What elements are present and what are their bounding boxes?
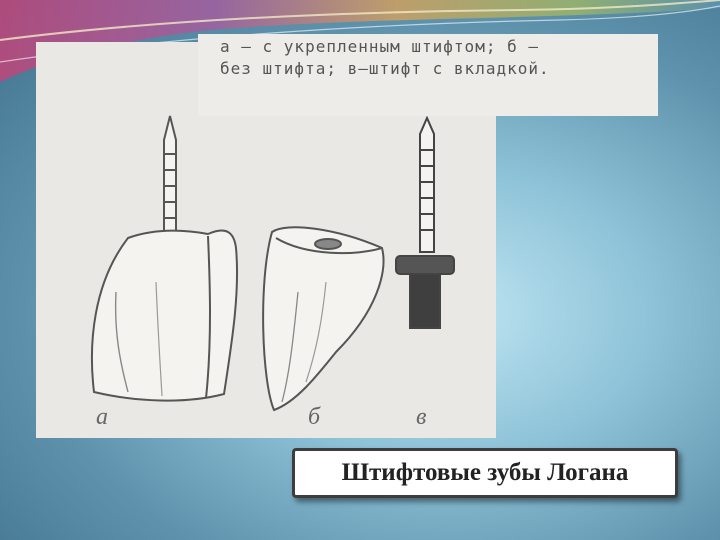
tooth-with-pin [90,115,239,402]
slide-title-box: Штифтовые зубы Логана [292,448,678,498]
caption-line-1: а — с укрепленным штифтом; б — [220,37,539,56]
figure-label-a: а [96,404,108,430]
figure-label-b: б [308,404,321,430]
figure-label-v: в [416,404,427,430]
figure-caption: а — с укрепленным штифтом; б — без штифт… [198,34,658,116]
caption-text: а — с укрепленным штифтом; б — без штифт… [220,36,650,80]
caption-line-2: без штифта; в—штифт с вкладкой. [220,59,550,78]
slide-title: Штифтовые зубы Логана [341,459,629,486]
tooth-without-pin [262,226,385,412]
pin-with-inlay [395,115,455,329]
